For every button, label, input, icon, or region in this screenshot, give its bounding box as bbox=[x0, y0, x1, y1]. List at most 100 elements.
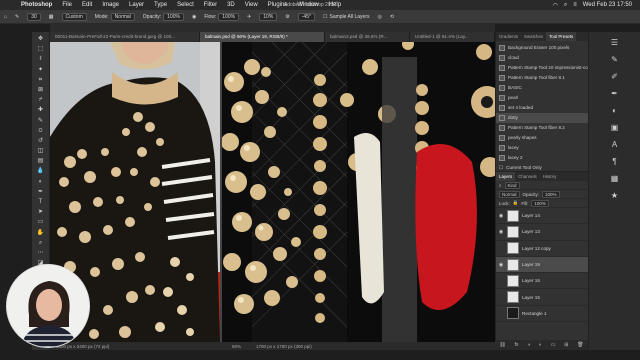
mode-dropdown[interactable]: Normal bbox=[110, 12, 135, 21]
layer-row-selected[interactable]: ◉ Layer 19 bbox=[496, 256, 588, 274]
menu-help[interactable]: Help bbox=[324, 2, 346, 8]
preset-item[interactable]: lacey 2 bbox=[496, 153, 588, 163]
control-center-icon[interactable]: ≡ bbox=[573, 2, 577, 8]
menu-select[interactable]: Select bbox=[172, 2, 199, 8]
menu-file[interactable]: File bbox=[57, 2, 77, 8]
menu-edit[interactable]: Edit bbox=[77, 2, 97, 8]
clock[interactable]: Wed Feb 23 17:50 bbox=[583, 2, 632, 8]
tab-history[interactable]: History bbox=[540, 172, 560, 181]
preset-item[interactable]: Pattern Stamp Tool fiber 8.2 bbox=[496, 123, 588, 133]
preset-item-selected[interactable]: dotty bbox=[496, 113, 588, 123]
current-tool-only-checkbox[interactable]: ☐ Current Tool Only bbox=[496, 163, 588, 171]
preset-item[interactable]: BASIC bbox=[496, 83, 588, 93]
history-brush-tool-icon[interactable]: ↺ bbox=[36, 138, 46, 145]
paths-icon[interactable]: ✒ bbox=[609, 89, 621, 99]
path-select-tool-icon[interactable]: ➤ bbox=[36, 209, 46, 216]
smoothing-gear-icon[interactable]: ⚙ bbox=[281, 14, 293, 20]
trash-icon[interactable]: 🗑 bbox=[577, 342, 583, 348]
brush-tool-icon[interactable]: ✎ bbox=[36, 118, 46, 125]
preset-dropdown[interactable]: Custom bbox=[61, 12, 87, 21]
zoom-level[interactable]: 50% bbox=[226, 344, 247, 349]
brush-panel-icon[interactable]: ▦ bbox=[45, 14, 58, 20]
menu-window[interactable]: Window bbox=[292, 2, 323, 8]
brush-size-field[interactable]: 30 bbox=[27, 12, 41, 21]
brush-tool-icon[interactable]: ✎ bbox=[11, 14, 23, 20]
layer-row[interactable]: ◉ Layer 13 bbox=[496, 224, 588, 241]
mask-icon[interactable]: ◑ bbox=[527, 342, 530, 348]
active-document-canvas[interactable] bbox=[222, 42, 495, 342]
eraser-tool-icon[interactable]: ◫ bbox=[36, 148, 46, 155]
brush-settings-icon[interactable]: ✎ bbox=[609, 55, 621, 65]
type-tool-icon[interactable]: T bbox=[36, 199, 46, 206]
crop-tool-icon[interactable]: ⌗ bbox=[36, 77, 46, 84]
menu-filter[interactable]: Filter bbox=[199, 2, 222, 8]
menu-app[interactable]: Photoshop bbox=[16, 2, 57, 8]
smoothing-field[interactable]: 10% bbox=[259, 12, 278, 21]
healing-tool-icon[interactable]: ✚ bbox=[36, 107, 46, 114]
eyedropper-tool-icon[interactable]: ⌿ bbox=[36, 97, 46, 104]
link-layers-icon[interactable]: ⛓ bbox=[499, 342, 505, 348]
eye-icon[interactable]: ◉ bbox=[498, 213, 504, 219]
opacity-field[interactable]: 100% bbox=[163, 12, 184, 21]
frame-tool-icon[interactable]: ⊠ bbox=[36, 87, 46, 94]
preset-item[interactable]: Pattern Stamp Tool 20 impressionist-co bbox=[496, 63, 588, 73]
dodge-tool-icon[interactable]: ◐ bbox=[36, 179, 46, 186]
layer-opacity-field[interactable]: 100% bbox=[542, 190, 560, 198]
flow-field[interactable]: 100% bbox=[218, 12, 240, 21]
tab-untitled-1[interactable]: Untitled-1 @ 61.4% (Lay... bbox=[410, 32, 495, 42]
layer-row[interactable]: Layer 12 copy bbox=[496, 241, 588, 257]
menu-view[interactable]: View bbox=[240, 2, 263, 8]
preset-item[interactable]: cloud bbox=[496, 53, 588, 63]
adjustment-icon[interactable]: ◐ bbox=[539, 342, 542, 348]
layer-row[interactable]: Layer 15 bbox=[496, 289, 588, 306]
new-layer-icon[interactable]: ⊞ bbox=[564, 342, 568, 348]
character-icon[interactable]: A bbox=[609, 140, 621, 150]
preset-item[interactable]: pearl bbox=[496, 93, 588, 103]
preset-item[interactable]: Background Eraser 100 pixels bbox=[496, 43, 588, 53]
menu-plugins[interactable]: Plugins bbox=[263, 2, 293, 8]
preset-item[interactable]: lacey bbox=[496, 143, 588, 153]
tab-balmain-jpeg[interactable]: 00011-Balmain-PreFall-22-Paris-credit-br… bbox=[50, 32, 200, 42]
tab-gradients[interactable]: Gradients bbox=[496, 32, 521, 41]
group-icon[interactable]: ▭ bbox=[551, 342, 556, 348]
paragraph-icon[interactable]: ¶ bbox=[609, 157, 621, 167]
tab-balmain2-psd[interactable]: balmain2.psd @ 36.6% (R... bbox=[325, 32, 410, 42]
eye-icon[interactable]: ◉ bbox=[498, 229, 504, 235]
lock-icon[interactable]: 🔒 bbox=[513, 200, 519, 206]
pressure-size-icon[interactable]: ◎ bbox=[374, 14, 386, 20]
properties-icon[interactable]: ☰ bbox=[609, 38, 621, 48]
preset-item[interactable]: pearly shapes bbox=[496, 133, 588, 143]
gradient-tool-icon[interactable]: ▤ bbox=[36, 158, 46, 165]
angle-field[interactable]: -45° bbox=[297, 12, 315, 21]
tab-tool-presets[interactable]: Tool Presets bbox=[546, 32, 577, 41]
clone-stamp-tool-icon[interactable]: ⛻ bbox=[36, 128, 46, 135]
preset-item[interactable]: set 4 loaded bbox=[496, 103, 588, 113]
tab-channels[interactable]: Channels bbox=[515, 172, 540, 181]
menu-type[interactable]: Type bbox=[149, 2, 172, 8]
layer-row[interactable]: Layer 16 bbox=[496, 273, 588, 290]
tab-balmain-psd[interactable]: balmain.psd @ 50% (Layer 19, RGB/8) * bbox=[200, 32, 325, 42]
brushes-icon[interactable]: ✐ bbox=[609, 72, 621, 82]
adjustments-icon[interactable]: ◐ bbox=[609, 106, 621, 116]
hand-tool-icon[interactable]: ✋ bbox=[36, 230, 46, 237]
eye-icon[interactable]: ◉ bbox=[498, 262, 504, 268]
tab-layers[interactable]: Layers bbox=[496, 172, 516, 181]
move-tool-icon[interactable]: ✥ bbox=[36, 36, 46, 43]
symmetry-icon[interactable]: ⟲ bbox=[386, 14, 398, 20]
layer-row[interactable]: Rectangle 1 bbox=[496, 306, 588, 323]
sample-checkbox[interactable]: ☐ Sample All Layers bbox=[319, 14, 374, 20]
shapes-icon[interactable]: ★ bbox=[609, 191, 621, 201]
layer-fill-field[interactable]: 100% bbox=[531, 199, 549, 207]
tab-swatches[interactable]: Swatches bbox=[521, 32, 546, 41]
marquee-tool-icon[interactable]: ⬚ bbox=[36, 46, 46, 53]
fx-icon[interactable]: fx bbox=[515, 342, 519, 348]
layer-kind-dropdown[interactable]: Kind bbox=[504, 181, 520, 189]
menu-image[interactable]: Image bbox=[97, 2, 124, 8]
airbrush-icon[interactable]: ✈ bbox=[243, 14, 255, 20]
blend-mode-dropdown[interactable]: Normal bbox=[499, 190, 520, 198]
shape-tool-icon[interactable]: ▭ bbox=[36, 219, 46, 226]
pressure-opacity-icon[interactable]: ◉ bbox=[188, 14, 200, 20]
more-tools-icon[interactable]: ⋯ bbox=[36, 250, 46, 257]
lasso-tool-icon[interactable]: ℓ bbox=[36, 56, 46, 63]
libraries-icon[interactable]: ▣ bbox=[609, 123, 621, 133]
